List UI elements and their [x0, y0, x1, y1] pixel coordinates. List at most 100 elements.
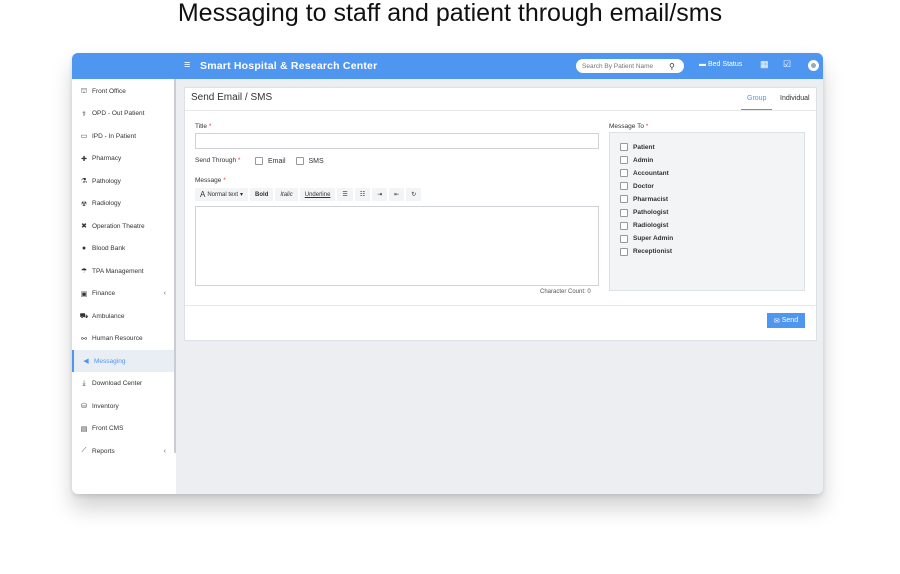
recipient-checkbox[interactable]: [620, 208, 628, 217]
sidebar-item-label: Front Office: [92, 87, 126, 95]
sidebar-item-label: OPD - Out Patient: [92, 110, 145, 117]
app-title: Smart Hospital & Research Center: [200, 60, 378, 72]
user-avatar[interactable]: [808, 60, 819, 71]
refresh-icon: ↻: [411, 192, 417, 198]
bullet-list-button[interactable]: ☰: [337, 188, 353, 201]
flask-icon: ⚗: [80, 178, 88, 185]
recipient-checkbox[interactable]: [620, 221, 628, 230]
sidebar-item-label: Pharmacy: [92, 155, 122, 162]
recipient-option: Accountant: [620, 169, 669, 178]
scissors-icon: ✖: [81, 223, 87, 230]
recipient-label: Patient: [633, 143, 655, 151]
download-icon: ⤓: [82, 379, 86, 387]
sidebar-item-blood-bank[interactable]: ● Blood Bank: [72, 238, 174, 260]
recipient-label: Doctor: [633, 182, 654, 190]
sms-checkbox[interactable]: [295, 157, 304, 165]
sidebar-scrollbar[interactable]: [174, 79, 176, 453]
email-option-label: Email: [268, 157, 286, 165]
recipient-group-box: Patient Admin Accountant Doctor Pharmacist Pa…: [609, 132, 805, 291]
send-button[interactable]: ✉ Send: [767, 313, 805, 328]
recipient-checkbox[interactable]: [620, 247, 628, 256]
top-navbar: ≡ Smart Hospital & Research Center ⚲ ▬ B…: [72, 53, 823, 79]
sidebar-item-operation-theatre[interactable]: ✖ Operation Theatre: [72, 215, 174, 237]
sidebar-item-reports[interactable]: ⟋ Reports ‹: [72, 440, 174, 462]
bullet-list-icon: ☰: [342, 192, 348, 198]
recipient-checkbox[interactable]: [620, 182, 628, 191]
bold-button[interactable]: Bold: [250, 188, 274, 201]
sidebar-item-label: Messaging: [94, 357, 126, 365]
pill-icon: ✚: [81, 155, 87, 163]
sidebar-item-human-resource[interactable]: ⚯ Human Resource: [72, 328, 174, 350]
sidebar-item-finance[interactable]: ▣ Finance ‹: [72, 283, 174, 305]
sidebar-item-opd-out-patient[interactable]: ⚕ OPD - Out Patient: [72, 103, 174, 125]
sidebar-item-label: Inventory: [92, 402, 119, 410]
underline-button[interactable]: Underline: [299, 188, 336, 201]
outdent-button[interactable]: ⇤: [389, 188, 405, 201]
sidebar-item-radiology[interactable]: ☢ Radiology: [72, 193, 174, 215]
recipient-checkbox[interactable]: [620, 195, 628, 204]
page-headline: Messaging to staff and patient through e…: [177, 0, 723, 27]
sidebar-item-ipd-in-patient[interactable]: ▭ IPD - In Patient: [72, 125, 174, 147]
sidebar-item-front-office[interactable]: ⛫ Front Office: [72, 80, 174, 102]
sidebar-item-front-cms[interactable]: ▤ Front CMS: [72, 418, 174, 440]
indent-button[interactable]: ⇥: [372, 188, 388, 201]
sidebar-item-inventory[interactable]: ⛁ Inventory: [72, 395, 174, 417]
italic-button[interactable]: Italic: [275, 188, 298, 201]
sidebar-item-label: Radiology: [92, 200, 121, 207]
recipient-checkbox[interactable]: [620, 143, 628, 151]
recipient-option: Super Admin: [620, 234, 674, 243]
message-label: Message *: [195, 177, 226, 184]
search-input[interactable]: [582, 62, 667, 70]
sidebar-item-download-center[interactable]: ⤓ Download Center: [72, 373, 174, 395]
ambulance-icon: ⛟: [79, 312, 89, 320]
chevron-left-icon[interactable]: ‹: [164, 448, 166, 455]
task-check-icon[interactable]: ☑: [783, 59, 791, 70]
send-through-label: Send Through *: [195, 157, 241, 164]
sidebar-item-pathology[interactable]: ⚗ Pathology: [72, 170, 174, 192]
tab-group[interactable]: Group: [747, 95, 766, 102]
message-editor[interactable]: [195, 206, 599, 286]
money-icon: ▣: [80, 290, 88, 298]
recipient-label: Admin: [633, 156, 654, 164]
title-input[interactable]: [195, 133, 599, 149]
sidebar-item-pharmacy[interactable]: ✚ Pharmacy: [72, 148, 174, 170]
recipient-checkbox[interactable]: [620, 156, 628, 165]
sidebar-item-ambulance[interactable]: ⛟ Ambulance: [72, 305, 174, 327]
format-dropdown[interactable]: A Normal text ▾: [195, 188, 249, 201]
recipient-option: Patient: [620, 143, 655, 151]
menu-toggle-icon[interactable]: ≡: [184, 59, 190, 71]
clear-format-button[interactable]: ↻: [406, 188, 422, 201]
front-office-icon: ⛫: [80, 87, 88, 95]
sidebar-item-label: Reports: [92, 447, 115, 455]
sidebar-item-label: Download Center: [92, 380, 143, 387]
bullhorn-icon: ◀: [83, 358, 89, 365]
recipient-option: Doctor: [620, 182, 654, 191]
drop-icon: ●: [81, 245, 87, 252]
sms-option-label: SMS: [308, 157, 324, 165]
sidebar-item-label: Front CMS: [92, 425, 124, 432]
umbrella-icon: ☂: [80, 268, 88, 275]
recipient-label: Receptionist: [633, 248, 673, 256]
recipient-checkbox[interactable]: [620, 169, 628, 178]
caret-down-icon: ▾: [240, 192, 244, 198]
message-to-label: Message To *: [609, 123, 649, 130]
chevron-left-icon[interactable]: ‹: [164, 290, 166, 297]
email-checkbox[interactable]: [255, 157, 263, 165]
tab-individual[interactable]: Individual: [780, 95, 810, 102]
recipient-checkbox[interactable]: [620, 234, 628, 243]
bed-status-button[interactable]: ▬ Bed Status: [699, 61, 742, 68]
panel-header-divider: [185, 110, 816, 111]
sidebar-item-messaging[interactable]: ◀ Messaging: [72, 350, 176, 372]
recipient-option: Radiologist: [620, 221, 668, 230]
calendar-icon[interactable]: ▦: [760, 59, 769, 70]
sitemap-icon: ⚯: [81, 335, 87, 343]
character-count: Character Count: 0: [540, 289, 591, 295]
bed-icon: ▭: [80, 133, 88, 140]
sidebar: ⛫ Front Office ⚕ OPD - Out Patient ▭ IPD - In…: [72, 79, 176, 494]
recipient-option: Pathologist: [620, 208, 668, 217]
numbered-list-button[interactable]: ☷: [354, 188, 371, 201]
search-icon[interactable]: ⚲: [669, 62, 675, 71]
recipient-label: Super Admin: [633, 235, 674, 243]
sidebar-item-tpa-management[interactable]: ☂ TPA Management: [72, 260, 174, 282]
inventory-icon: ⛁: [81, 403, 87, 410]
